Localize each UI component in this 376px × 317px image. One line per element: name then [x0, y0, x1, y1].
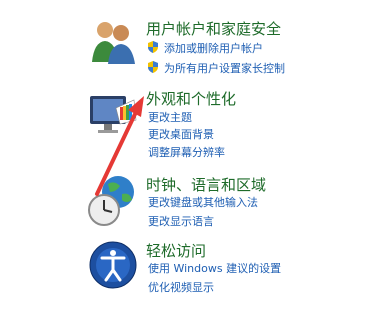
link-add-remove-user[interactable]: 添加或删除用户帐户 — [164, 40, 263, 56]
link-change-display-language[interactable]: 更改显示语言 — [148, 213, 214, 229]
category-clock-language-region: 时钟、语言和区域 更改键盘或其他输入法 更改显示语言 — [0, 168, 376, 238]
uac-shield-icon — [148, 61, 158, 73]
link-parental-controls[interactable]: 为所有用户设置家长控制 — [164, 60, 285, 76]
link-optimize-video-display[interactable]: 优化视频显示 — [148, 279, 214, 295]
category-user-accounts: 用户帐户和家庭安全 添加或删除用户帐户 为所有用户设置家长控制 — [0, 0, 376, 90]
category-title-clock-language-region[interactable]: 时钟、语言和区域 — [146, 174, 266, 195]
link-change-desktop-background[interactable]: 更改桌面背景 — [148, 126, 214, 142]
clock-globe-icon[interactable] — [86, 174, 140, 228]
link-use-windows-suggested-settings[interactable]: 使用 Windows 建议的设置 — [148, 260, 281, 276]
link-change-keyboard-input[interactable]: 更改键盘或其他输入法 — [148, 194, 258, 210]
appearance-icon[interactable] — [86, 90, 138, 140]
category-ease-of-access: 轻松访问 使用 Windows 建议的设置 优化视频显示 — [0, 236, 376, 306]
category-title-user-accounts[interactable]: 用户帐户和家庭安全 — [146, 18, 281, 39]
category-title-appearance[interactable]: 外观和个性化 — [146, 88, 236, 109]
category-title-ease-of-access[interactable]: 轻松访问 — [146, 240, 206, 261]
ease-of-access-icon[interactable] — [88, 240, 138, 290]
link-adjust-screen-resolution[interactable]: 调整屏幕分辨率 — [148, 144, 225, 160]
link-change-theme[interactable]: 更改主题 — [148, 109, 192, 125]
category-appearance: 外观和个性化 更改主题 更改桌面背景 调整屏幕分辨率 — [0, 80, 376, 170]
users-icon[interactable] — [88, 16, 138, 66]
uac-shield-icon — [148, 41, 158, 53]
